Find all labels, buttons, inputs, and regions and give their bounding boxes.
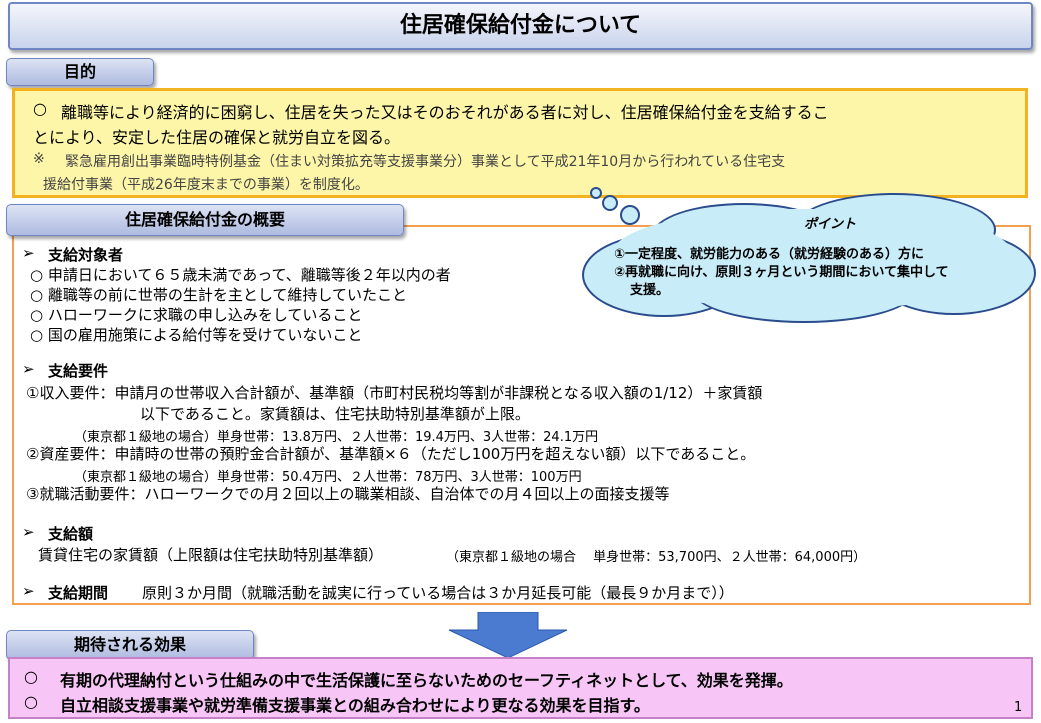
- income-requirement: ①収入要件：申請月の世帯収入合計額が、基準額（市町村民税均等割が非課税となる収入…: [26, 384, 763, 402]
- effects-box: ○ 有期の代理納付という仕組みの中で生活保護に至らないためのセーフティネットとし…: [8, 657, 1033, 719]
- eligibility-item: ○ ハローワークに求職の申し込みをしていること: [30, 306, 363, 324]
- eligibility-item: ○ 申請日において６５歳未満であって、離職等後２年以内の者: [30, 266, 451, 284]
- asset-requirement: ②資産要件：申請時の世帯の預貯金合計額が、基準額×６（ただし100万円を超えない…: [26, 445, 756, 463]
- arrow-icon: ➢: [22, 582, 35, 600]
- period-text: 原則３か月間（就職活動を誠実に行っている場合は３か月延長可能（最長９か月まで））: [142, 584, 734, 602]
- purpose-note-marker: ※: [33, 151, 45, 167]
- period-heading: 支給期間: [48, 584, 109, 602]
- amount-example: （東京都１級地の場合 単身世帯：53,700円、２人世帯：64,000円）: [446, 550, 867, 565]
- point-item-1: ①一定程度、就労能力のある（就労経験のある）方に: [614, 247, 925, 262]
- eligibility-heading: 支給対象者: [48, 246, 124, 264]
- purpose-note-line-1: 緊急雇用創出事業臨時特例基金（住まい対策拡充等支援事業分）事業として平成21年1…: [65, 154, 786, 170]
- purpose-note-line-2: 援給付事業（平成26年度末までの事業）を制度化。: [43, 177, 369, 193]
- effect-item: 自立相談支援事業や就労準備支援事業との組み合わせにより更なる効果を目指す。: [60, 696, 650, 715]
- down-arrow-icon: [448, 612, 568, 659]
- arrow-icon: ➢: [22, 244, 35, 262]
- eligibility-item: ○ 離職等の前に世帯の生計を主として維持していたこと: [30, 286, 407, 304]
- requirements-heading: 支給要件: [48, 362, 109, 380]
- purpose-box: ○ 離職等により経済的に困窮し、住居を失った又はそのおそれがある者に対し、住居確…: [12, 88, 1028, 198]
- purpose-marker: ○: [33, 99, 47, 118]
- effect-marker: ○: [24, 692, 38, 711]
- purpose-line-1: 離職等により経済的に困窮し、住居を失った又はそのおそれがある者に対し、住居確保給…: [61, 103, 829, 122]
- amount-heading: 支給額: [48, 525, 94, 543]
- arrow-icon: ➢: [22, 523, 35, 541]
- point-item-2-cont: 支援。: [630, 283, 670, 298]
- effect-marker: ○: [24, 667, 38, 686]
- page-number: 1: [1014, 700, 1023, 715]
- job-requirement: ③就職活動要件：ハローワークでの月２回以上の職業相談、自治体での月４回以上の面接…: [26, 485, 670, 503]
- purpose-line-2: とにより、安定した住居の確保と就労自立を図る。: [33, 128, 401, 147]
- purpose-tab: 目的: [6, 58, 154, 86]
- amount-text: 賃貸住宅の家賃額（上限額は住宅扶助特別基準額）: [38, 546, 384, 564]
- point-title: ポイント: [804, 217, 857, 232]
- income-requirement-cont: 以下であること。家賃額は、住宅扶助特別基準額が上限。: [140, 405, 530, 423]
- eligibility-item: ○ 国の雇用施策による給付等を受けていないこと: [30, 326, 363, 344]
- point-callout: ポイント ①一定程度、就労能力のある（就労経験のある）方に ②再就職に向け、原則…: [572, 187, 1041, 323]
- arrow-icon: ➢: [22, 360, 35, 378]
- overview-tab: 住居確保給付金の概要: [6, 204, 404, 236]
- effect-item: 有期の代理納付という仕組みの中で生活保護に至らないためのセーフティネットとして、…: [60, 671, 793, 690]
- point-item-2: ②再就職に向け、原則３ヶ月という期間において集中して: [614, 265, 949, 280]
- effects-tab: 期待される効果: [6, 630, 254, 660]
- page-title: 住居確保給付金について: [8, 2, 1033, 50]
